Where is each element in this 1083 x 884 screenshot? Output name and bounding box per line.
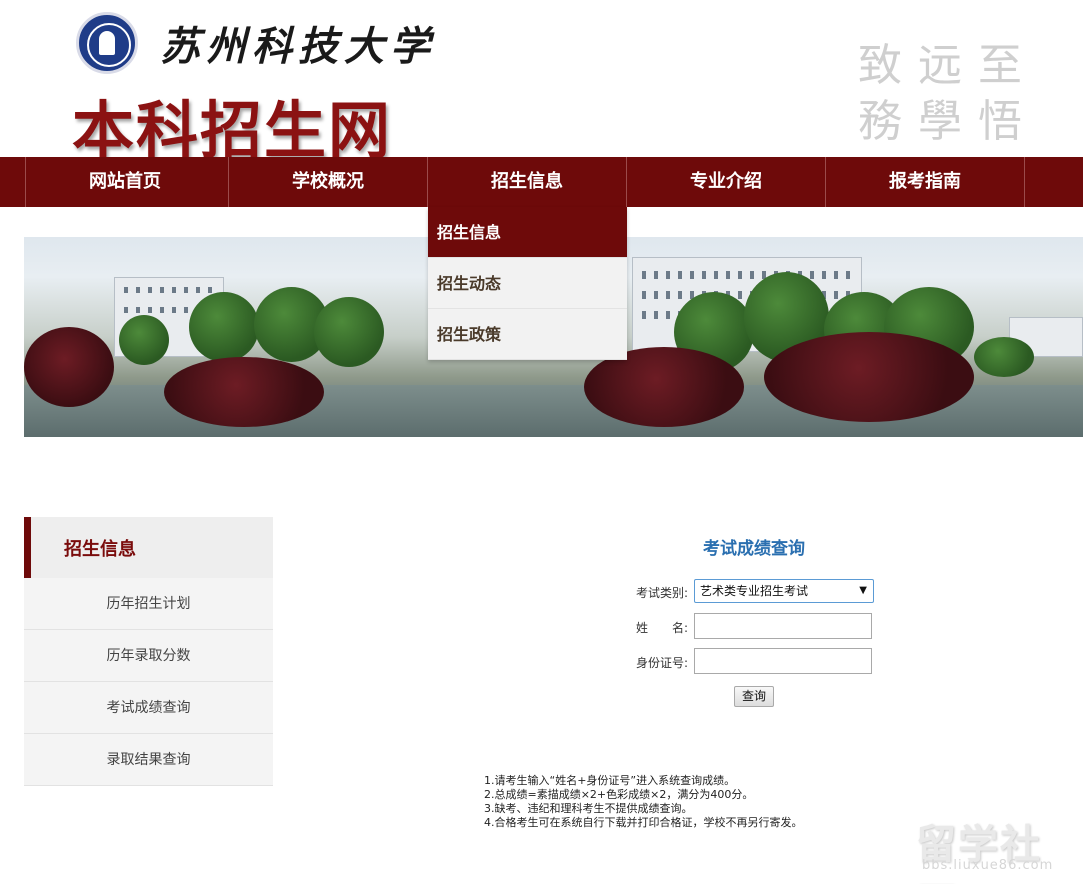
dropdown-item-admission-info[interactable]: 招生信息 <box>428 207 627 258</box>
admission-info-dropdown: 招生信息 招生动态 招生政策 <box>428 207 627 360</box>
watermark-url: bbs.liuxue86.com <box>922 858 1054 873</box>
note-line: 4.合格考生可在系统自行下载并打印合格证，学校不再另行寄发。 <box>484 816 803 829</box>
sidebar: 招生信息 历年招生计划 历年录取分数 考试成绩查询 录取结果查询 <box>24 517 273 786</box>
nav-item-home[interactable]: 网站首页 <box>25 157 224 207</box>
query-button[interactable]: 查询 <box>734 686 774 707</box>
watermark-logo: 留学社区 <box>916 822 1042 884</box>
note-line: 3.缺考、违纪和理科考生不提供成绩查询。 <box>484 802 693 815</box>
university-motto: 致远至 務學悟 <box>858 38 1083 150</box>
sidebar-item-exam-score-query[interactable]: 考试成绩查询 <box>24 682 273 734</box>
query-notes: 1.请考生输入“姓名+身份证号”进入系统查询成绩。 2.总成绩=素描成绩×2+色… <box>484 774 803 830</box>
name-label: 姓 名: <box>635 621 688 635</box>
nav-item-admission-info[interactable]: 招生信息 <box>427 157 626 207</box>
nav-item-application-guide[interactable]: 报考指南 <box>825 157 1024 207</box>
motto-line-1: 致远至 <box>858 40 1038 91</box>
sidebar-item-admission-scores[interactable]: 历年录取分数 <box>24 630 273 682</box>
query-title: 考试成绩查询 <box>703 539 805 559</box>
dropdown-item-admission-policy[interactable]: 招生政策 <box>428 309 627 360</box>
motto-line-2: 務學悟 <box>858 96 1038 147</box>
nav-divider <box>1024 157 1083 207</box>
exam-category-select[interactable]: 艺术类专业招生考试 ▼ <box>694 579 874 603</box>
sidebar-item-admission-result-query[interactable]: 录取结果查询 <box>24 734 273 786</box>
chevron-down-icon: ▼ <box>859 585 867 596</box>
sidebar-item-enrollment-plans[interactable]: 历年招生计划 <box>24 578 273 630</box>
exam-category-value: 艺术类专业招生考试 <box>700 584 809 598</box>
university-seal-logo[interactable] <box>76 12 138 74</box>
category-label: 考试类别: <box>635 586 688 600</box>
sidebar-title: 招生信息 <box>64 539 136 560</box>
note-line: 1.请考生输入“姓名+身份证号”进入系统查询成绩。 <box>484 774 736 787</box>
nav-item-school-overview[interactable]: 学校概况 <box>228 157 427 207</box>
nav-item-majors[interactable]: 专业介绍 <box>626 157 825 207</box>
id-number-input[interactable] <box>694 648 872 674</box>
main-nav: 网站首页 学校概况 招生信息 专业介绍 报考指南 <box>0 157 1083 207</box>
university-name-calligraphy: 苏州科技大学 <box>160 23 436 70</box>
id-number-label: 身份证号: <box>635 656 688 670</box>
site-header: 苏州科技大学 本科招生网 致远至 務學悟 <box>0 0 1083 167</box>
name-input[interactable] <box>694 613 872 639</box>
note-line: 2.总成绩=素描成绩×2+色彩成绩×2，满分为400分。 <box>484 788 754 801</box>
dropdown-item-admission-news[interactable]: 招生动态 <box>428 258 627 309</box>
sidebar-header: 招生信息 <box>24 517 273 578</box>
